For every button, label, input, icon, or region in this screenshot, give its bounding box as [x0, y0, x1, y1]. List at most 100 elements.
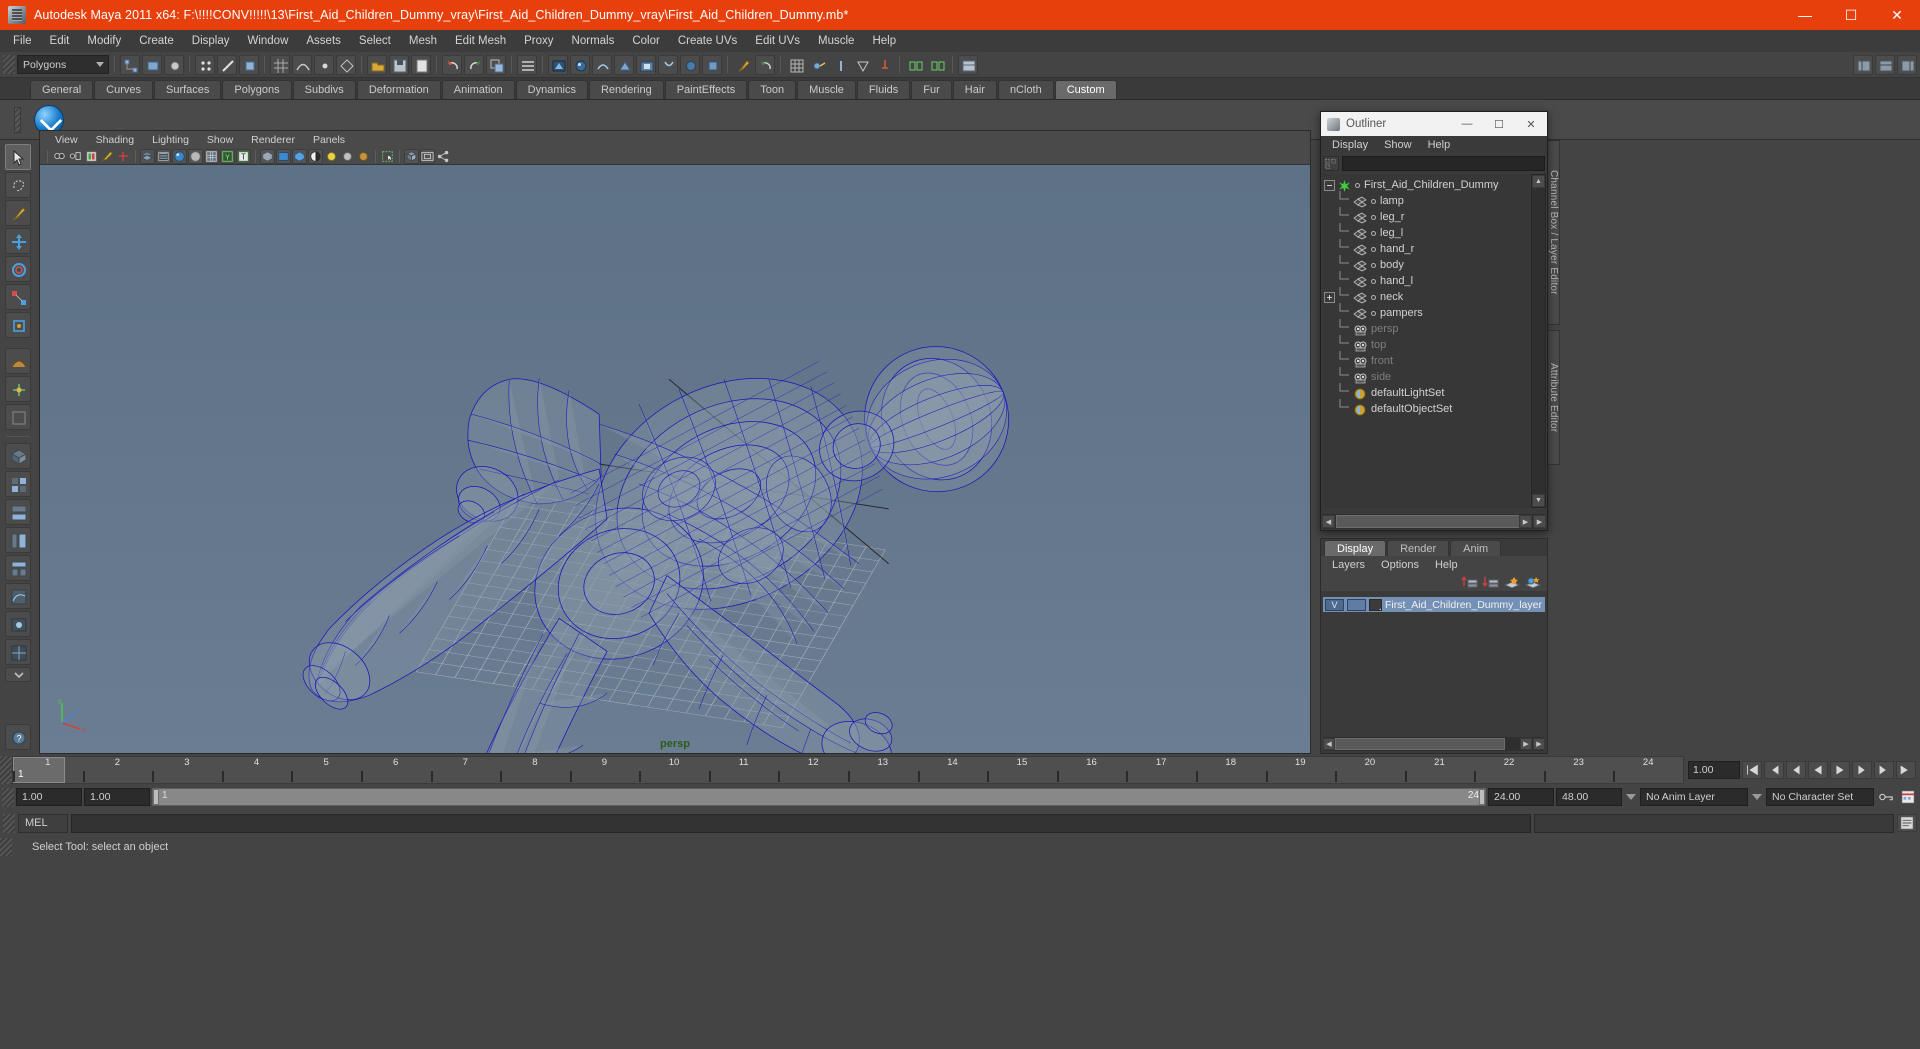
go-to-end-button[interactable] — [1896, 761, 1916, 779]
select-by-hierarchy-icon[interactable] — [120, 54, 140, 75]
outliner-item-top[interactable]: top — [1322, 334, 1530, 353]
paint-selection-tool[interactable] — [5, 200, 31, 226]
layout-two-pane-icon[interactable] — [5, 499, 31, 525]
move-layer-up-icon[interactable] — [1461, 575, 1478, 590]
layout-render-view-icon[interactable] — [5, 611, 31, 637]
select-tool[interactable] — [5, 144, 31, 170]
menu-create-uvs[interactable]: Create UVs — [669, 32, 746, 50]
range-start-field[interactable]: 1.00 — [16, 788, 82, 806]
outliner-item-body[interactable]: body — [1322, 254, 1530, 273]
new-layer-from-selected-icon[interactable] — [1524, 575, 1542, 590]
key-tool-icon[interactable] — [830, 55, 850, 75]
attribute-editor-toggle-icon[interactable] — [958, 54, 978, 75]
layer-hscroll-thumb[interactable] — [1335, 738, 1505, 750]
render-view-icon[interactable] — [636, 54, 656, 75]
outliner-item-side[interactable]: side — [1322, 366, 1530, 385]
step-forward-frame-button[interactable] — [1874, 761, 1894, 779]
outliner-menu-show[interactable]: Show — [1376, 139, 1420, 151]
shelf-tab-animation[interactable]: Animation — [441, 80, 515, 99]
image-plane-icon[interactable] — [84, 149, 99, 164]
layout-single-pane-icon[interactable] — [5, 443, 31, 469]
isolate-select-icon[interactable] — [380, 149, 395, 164]
layout-expand-icon[interactable] — [5, 667, 31, 682]
outliner-menu-help[interactable]: Help — [1420, 139, 1459, 151]
outliner-item-leg-l[interactable]: leg_l — [1322, 222, 1530, 241]
light-yellow-icon[interactable] — [324, 149, 339, 164]
layer-row[interactable]: V First_Aid_Children_Dummy_layer — [1323, 597, 1545, 612]
layer-playback-toggle[interactable] — [1347, 598, 1366, 611]
layer-editor-hscrollbar[interactable]: ◀ ▶ ▶ — [1323, 737, 1545, 751]
smooth-shade-icon[interactable] — [156, 148, 171, 164]
shelf-tab-curves[interactable]: Curves — [94, 80, 153, 99]
shelf-tab-muscle[interactable]: Muscle — [797, 80, 856, 99]
shelf-tab-surfaces[interactable]: Surfaces — [153, 80, 222, 99]
move-layer-down-icon[interactable] — [1482, 575, 1499, 590]
default-light-icon[interactable] — [276, 148, 291, 164]
share-node-icon[interactable] — [436, 149, 451, 164]
shaded-no-texture-icon[interactable] — [188, 148, 203, 164]
soft-modification-tool[interactable] — [5, 348, 31, 374]
light-grey-icon[interactable] — [340, 149, 355, 164]
shadow-map-icon[interactable] — [308, 148, 323, 164]
step-forward-key-button[interactable] — [1852, 761, 1872, 779]
outliner-close-button[interactable]: ✕ — [1515, 112, 1547, 136]
open-scene-icon[interactable] — [367, 54, 387, 75]
viewport-menu-view[interactable]: View — [46, 134, 87, 146]
outliner-item-hand-l[interactable]: hand_l — [1322, 270, 1530, 289]
new-empty-layer-icon[interactable] — [1503, 575, 1521, 590]
viewport-menu-lighting[interactable]: Lighting — [143, 134, 198, 146]
undo-view-icon[interactable] — [755, 54, 775, 75]
paint-brush-icon[interactable] — [733, 55, 753, 75]
maximize-button[interactable]: ☐ — [1828, 0, 1874, 30]
menu-edit-mesh[interactable]: Edit Mesh — [446, 32, 515, 50]
shelf-tab-toon[interactable]: Toon — [748, 80, 797, 99]
menu-modify[interactable]: Modify — [78, 32, 130, 50]
animation-preferences-icon[interactable] — [1898, 788, 1918, 806]
render-current-frame-icon[interactable] — [548, 54, 568, 75]
layer-editor-tab-render[interactable]: Render — [1387, 540, 1450, 556]
camera-attributes-icon[interactable] — [68, 149, 83, 164]
range-slider-grip[interactable] — [2, 787, 14, 807]
help-line-grip[interactable] — [0, 838, 12, 856]
shelf-tab-ncloth[interactable]: nCloth — [997, 80, 1054, 99]
shelf-tab-polygons[interactable]: Polygons — [222, 80, 292, 99]
hypershade-icon[interactable] — [614, 54, 634, 75]
shadows-icon[interactable] — [260, 148, 275, 164]
smooth-shade-all-icon[interactable] — [172, 148, 187, 164]
current-frame-indicator[interactable]: 1 — [13, 757, 65, 783]
layer-color-swatch[interactable] — [1369, 598, 1382, 611]
outliner-item-front[interactable]: front — [1322, 350, 1530, 369]
menu-color[interactable]: Color — [623, 32, 668, 50]
layout-persp-outliner-icon[interactable] — [5, 527, 31, 553]
shelf-tab-dynamics[interactable]: Dynamics — [515, 80, 588, 99]
outliner-hscroll-thumb[interactable] — [1336, 515, 1526, 528]
layer-scroll-right-icon[interactable]: ▶ — [1520, 738, 1532, 750]
outliner-item-lamp[interactable]: lamp — [1322, 190, 1530, 209]
save-scene-icon[interactable] — [389, 54, 409, 75]
rotate-tool[interactable] — [5, 256, 31, 282]
outliner-minimize-button[interactable]: — — [1451, 112, 1483, 136]
layout-uv-editor-icon[interactable] — [5, 639, 31, 665]
menu-window[interactable]: Window — [238, 32, 297, 50]
outliner-tree[interactable]: First_Aid_Children_Dummy lamp leg_r leg_l ha… — [1322, 174, 1530, 508]
view-compare-icon[interactable] — [420, 148, 435, 164]
shelf-tab-general[interactable]: General — [30, 80, 94, 99]
menu-help[interactable]: Help — [863, 32, 905, 50]
grid-toggle-icon[interactable] — [786, 55, 806, 75]
outliner-menu-display[interactable]: Display — [1324, 139, 1376, 151]
range-playback-start-field[interactable]: 1.00 — [84, 788, 150, 806]
component-point-icon[interactable] — [195, 54, 215, 75]
outliner-item-persp[interactable]: persp — [1322, 318, 1530, 337]
pin-tool-icon[interactable] — [874, 55, 894, 75]
layout-graph-editor-icon[interactable] — [5, 583, 31, 609]
layer-visibility-toggle[interactable]: V — [1325, 598, 1344, 611]
layer-editor-tab-display[interactable]: Display — [1324, 540, 1387, 556]
script-language-label[interactable]: MEL — [18, 813, 68, 833]
time-slider-grip[interactable] — [0, 756, 12, 784]
menu-create[interactable]: Create — [130, 32, 183, 50]
outliner-item-first-aid-children-dummy[interactable]: First_Aid_Children_Dummy — [1322, 177, 1530, 193]
channel-box-toggle-icon[interactable] — [1853, 54, 1873, 75]
play-forwards-button[interactable] — [1830, 761, 1850, 779]
duplicate-icon[interactable] — [486, 54, 506, 75]
render-region-icon[interactable] — [702, 54, 722, 75]
